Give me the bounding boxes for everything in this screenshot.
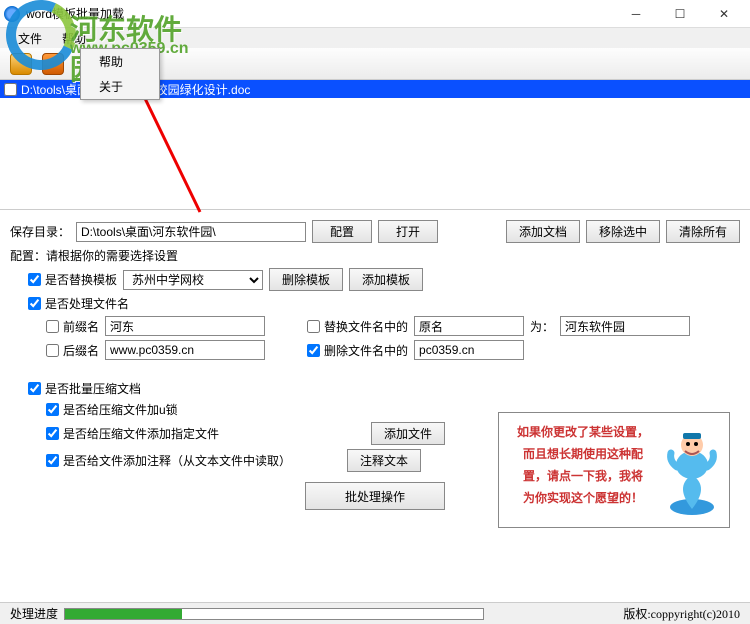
- toolbar-save-icon[interactable]: [42, 53, 64, 75]
- adddoc-button[interactable]: 添加文档: [506, 220, 580, 243]
- menu-item-help[interactable]: 帮助: [81, 49, 159, 74]
- compress-check[interactable]: 是否批量压缩文档: [28, 380, 141, 397]
- delete-in-check[interactable]: 删除文件名中的: [307, 342, 408, 359]
- compress-comment-check[interactable]: 是否给文件添加注释（从文本文件中读取）: [46, 452, 291, 469]
- template-select[interactable]: 苏州中学网校: [123, 270, 263, 290]
- process-filename-check[interactable]: 是否处理文件名: [28, 295, 129, 312]
- batch-process-button[interactable]: 批处理操作: [305, 482, 445, 510]
- replace-to-input[interactable]: [560, 316, 690, 336]
- delete-in-input[interactable]: [414, 340, 524, 360]
- file-checkbox[interactable]: [4, 83, 17, 96]
- maximize-button[interactable]: ☐: [658, 0, 702, 28]
- window-title: word模板批量加载: [26, 5, 614, 22]
- genie-icon[interactable]: [661, 425, 723, 517]
- copyright: 版权:coppyright(c)2010: [623, 605, 740, 622]
- titlebar: word模板批量加载 ─ ☐ ✕: [0, 0, 750, 28]
- open-button[interactable]: 打开: [378, 220, 438, 243]
- menu-file[interactable]: 文件: [8, 28, 52, 48]
- statusbar: 处理进度 版权:coppyright(c)2010: [0, 602, 750, 624]
- suffix-input[interactable]: [105, 340, 265, 360]
- info-line4: 为你实现这个愿望的！: [503, 487, 663, 509]
- info-line1: 如果你更改了某些设置，: [503, 421, 663, 443]
- replace-template-check[interactable]: 是否替换模板: [28, 271, 117, 288]
- savedir-label: 保存目录：: [10, 223, 70, 240]
- replace-to-label: 为：: [530, 318, 554, 335]
- info-box: 如果你更改了某些设置， 而且想长期使用这种配 置，请点一下我，我将 为你实现这个…: [498, 412, 730, 528]
- prefix-input[interactable]: [105, 316, 265, 336]
- removesel-button[interactable]: 移除选中: [586, 220, 660, 243]
- menu-item-about[interactable]: 关于: [81, 74, 159, 99]
- menubar: 文件 帮助: [0, 28, 750, 48]
- minimize-button[interactable]: ─: [614, 0, 658, 28]
- suffix-check[interactable]: 后缀名: [46, 342, 99, 359]
- menu-help[interactable]: 帮助: [52, 28, 96, 48]
- clearall-button[interactable]: 清除所有: [666, 220, 740, 243]
- compress-lock-check[interactable]: 是否给压缩文件加u锁: [46, 401, 178, 418]
- progress-label: 处理进度: [10, 605, 58, 622]
- addfile-button[interactable]: 添加文件: [371, 422, 445, 445]
- toolbar-open-icon[interactable]: [10, 53, 32, 75]
- app-icon: [4, 6, 20, 22]
- config-button[interactable]: 配置: [312, 220, 372, 243]
- help-dropdown: 帮助 关于: [80, 48, 160, 100]
- add-template-button[interactable]: 添加模板: [349, 268, 423, 291]
- savedir-input[interactable]: [76, 222, 306, 242]
- prefix-check[interactable]: 前缀名: [46, 318, 99, 335]
- info-line3: 置，请点一下我，我将: [503, 465, 663, 487]
- replace-from-input[interactable]: [414, 316, 524, 336]
- config-title: 配置：请根据你的需要选择设置: [10, 247, 178, 264]
- delete-template-button[interactable]: 删除模板: [269, 268, 343, 291]
- info-line2: 而且想长期使用这种配: [503, 443, 663, 465]
- close-button[interactable]: ✕: [702, 0, 746, 28]
- compress-addfile-check[interactable]: 是否给压缩文件添加指定文件: [46, 425, 219, 442]
- comment-button[interactable]: 注释文本: [347, 449, 421, 472]
- progress-bar: [64, 608, 484, 620]
- replace-in-check[interactable]: 替换文件名中的: [307, 318, 408, 335]
